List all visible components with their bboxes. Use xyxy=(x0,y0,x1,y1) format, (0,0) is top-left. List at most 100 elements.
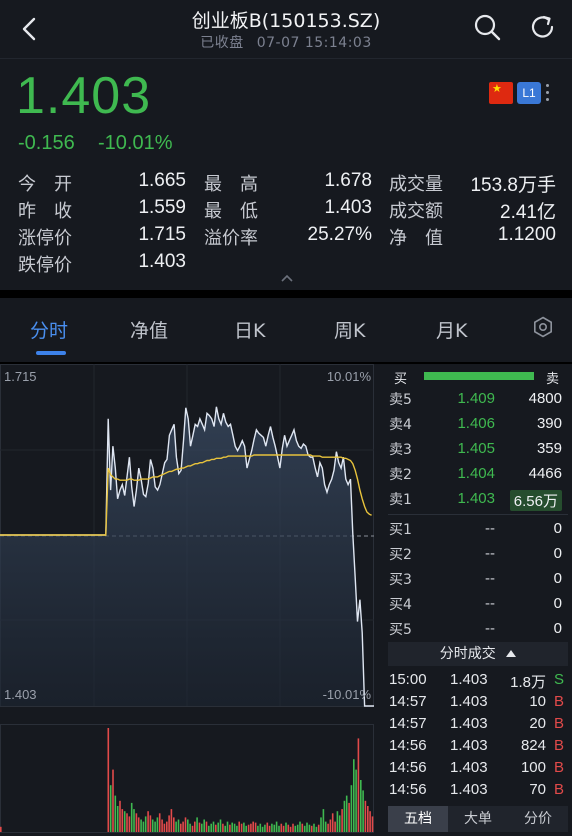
volume-bar xyxy=(324,821,327,832)
more-icon[interactable] xyxy=(544,82,550,104)
volume-bar xyxy=(137,817,140,832)
tick-time: 14:56 xyxy=(389,759,427,776)
tab-five-levels[interactable]: 五档 xyxy=(388,806,448,832)
bid-row-3[interactable]: 买3 -- 0 xyxy=(384,566,572,591)
volume-bar xyxy=(303,825,306,832)
ask-price: 1.406 xyxy=(457,415,495,432)
volume-bar xyxy=(128,816,131,832)
volume-bar xyxy=(308,824,311,832)
ask-row-1[interactable]: 卖1 1.403 6.56万 xyxy=(384,486,572,511)
volume-bar xyxy=(240,823,243,832)
volume-bar xyxy=(371,816,374,832)
volume-bar xyxy=(338,815,341,832)
ticks-title: 分时成交 xyxy=(439,646,496,662)
ask-row-3[interactable]: 卖3 1.405 359 xyxy=(384,436,572,461)
intraday-chart[interactable]: 1.715 1.403 10.01% -10.01% xyxy=(0,364,384,836)
tab-price-distribution[interactable]: 分价 xyxy=(508,806,568,832)
search-icon[interactable] xyxy=(472,12,502,42)
bid-row-2[interactable]: 买2 -- 0 xyxy=(384,541,572,566)
tab-monthly-k[interactable]: 月K xyxy=(436,316,467,343)
tab-intraday[interactable]: 分时 xyxy=(30,316,68,343)
volume-bar xyxy=(212,821,215,832)
volume-bar xyxy=(187,819,189,832)
volume-bar xyxy=(245,825,247,832)
bid-qty: 0 xyxy=(553,570,562,587)
bid-row-5[interactable]: 买5 -- 0 xyxy=(384,616,572,641)
volume-bar xyxy=(233,823,236,832)
ask-row-2[interactable]: 卖2 1.404 4466 xyxy=(384,461,572,486)
high-label: 最 高 xyxy=(204,174,258,195)
tab-weekly-k[interactable]: 周K xyxy=(334,316,365,343)
volume-bar xyxy=(135,813,138,832)
tick-row: 14:56 1.403 70 B xyxy=(384,778,572,800)
tick-price: 1.403 xyxy=(450,737,488,754)
volume-bar xyxy=(331,813,334,832)
volume-bar xyxy=(315,826,318,832)
volume-bar xyxy=(222,823,224,832)
volume-bar xyxy=(360,780,362,832)
volume-bar xyxy=(109,785,112,832)
ask-label: 卖1 xyxy=(389,492,412,508)
level-badge[interactable]: L1 xyxy=(517,82,541,104)
volume-bar xyxy=(205,821,208,832)
volume-frame xyxy=(0,724,374,833)
bid-row-4[interactable]: 买4 -- 0 xyxy=(384,591,572,616)
prev-close-label: 昨 收 xyxy=(18,201,72,222)
volume-label: 成交量 xyxy=(389,174,443,195)
settings-icon[interactable] xyxy=(532,316,554,338)
volume-bar xyxy=(336,811,339,832)
volume-bar xyxy=(310,825,313,832)
volume-bar xyxy=(151,819,154,832)
volume-bar xyxy=(208,825,210,832)
tab-daily-k[interactable]: 日K xyxy=(234,316,265,343)
volume-bar xyxy=(364,800,367,832)
volume-bar xyxy=(182,821,184,832)
volume-bar xyxy=(348,802,350,832)
order-book: 买 卖 卖5 1.409 4800 卖4 1.406 390 卖3 1.405 … xyxy=(384,364,572,836)
premium-label: 溢价率 xyxy=(204,228,258,249)
y-max-label: 1.715 xyxy=(4,369,37,384)
ask-row-5[interactable]: 卖5 1.409 4800 xyxy=(384,386,572,411)
bid-qty: 0 xyxy=(553,595,562,612)
volume-bar xyxy=(273,824,276,832)
ask-row-4[interactable]: 卖4 1.406 390 xyxy=(384,411,572,436)
active-tab-indicator xyxy=(36,351,66,355)
ask-price: 1.404 xyxy=(457,465,495,482)
ticks-header[interactable]: 分时成交 xyxy=(388,642,568,666)
tab-nav[interactable]: 净值 xyxy=(130,316,168,343)
volume-bar xyxy=(114,795,117,832)
volume-bar xyxy=(367,806,369,832)
volume-bar xyxy=(322,809,325,832)
ask-label: 卖2 xyxy=(389,467,412,483)
timestamp: 07-07 15:14:03 xyxy=(256,35,372,51)
volume-bar xyxy=(296,824,299,832)
volume-bar xyxy=(229,824,231,832)
volume-bar xyxy=(320,817,322,832)
volume-bar xyxy=(130,802,133,832)
bid-label: 买3 xyxy=(389,572,412,588)
order-book-tabs: 五档 大单 分价 xyxy=(388,806,568,832)
bid-qty: 0 xyxy=(553,520,562,537)
tick-direction: B xyxy=(553,737,564,754)
volume-bar xyxy=(264,824,266,832)
volume-bar xyxy=(355,769,357,832)
volume-bar xyxy=(126,813,128,832)
volume-bar xyxy=(280,823,283,832)
volume-bar xyxy=(306,822,308,832)
chevron-up-icon[interactable] xyxy=(280,274,294,283)
chart-canvas: 1.715 1.403 10.01% -10.01% xyxy=(0,364,374,833)
volume-bar xyxy=(210,823,212,832)
volume-bar xyxy=(268,825,271,832)
volume-bar xyxy=(184,817,187,832)
tick-time: 15:00 xyxy=(389,671,427,688)
bid-row-1[interactable]: 买1 -- 0 xyxy=(384,516,572,541)
volume-bar xyxy=(133,809,135,832)
premium-value: 25.27% xyxy=(307,224,372,245)
volume-bar xyxy=(119,800,121,832)
tab-big-orders[interactable]: 大单 xyxy=(448,806,508,832)
volume-bar xyxy=(369,811,371,832)
refresh-icon[interactable] xyxy=(528,12,558,42)
volume-bar xyxy=(275,821,278,832)
volume-bar xyxy=(282,825,285,832)
volume-bar xyxy=(287,824,290,832)
